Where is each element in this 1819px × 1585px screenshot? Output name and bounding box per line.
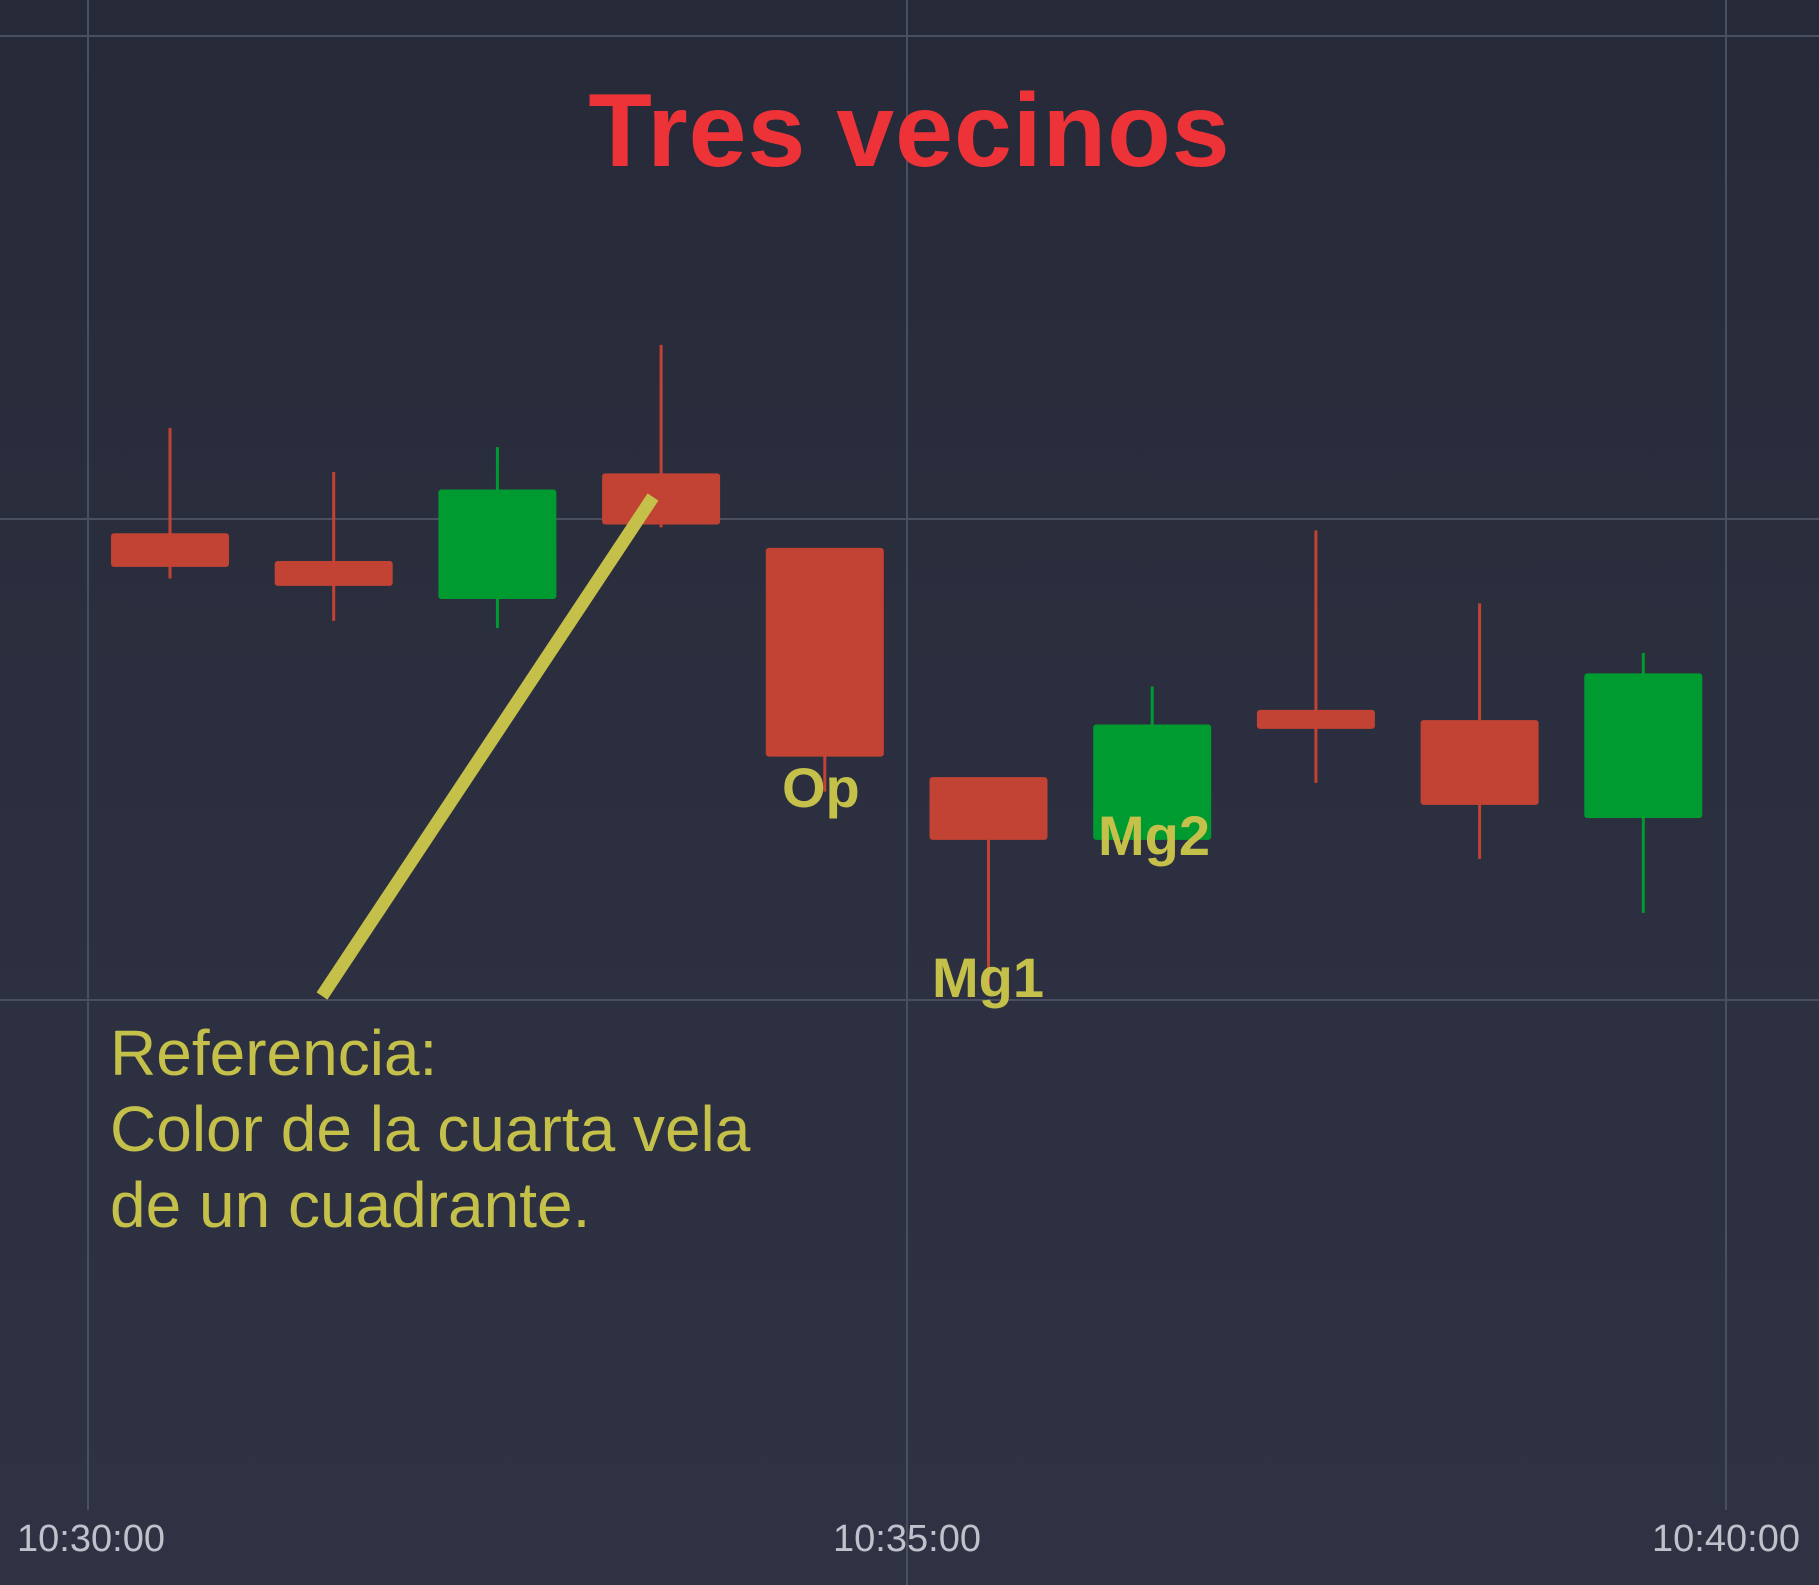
candle-body-10: [1584, 673, 1703, 818]
candlestick-chart: [0, 0, 1819, 1585]
reference-note-line-3: de un cuadrante.: [110, 1169, 591, 1241]
candle-body-2: [274, 561, 393, 586]
candle-body-1: [111, 533, 229, 567]
candle-body-6: [929, 777, 1048, 840]
candle-body-3: [438, 489, 557, 599]
chart-stage: Tres vecinos Op Mg1 Mg2 Referencia: Colo…: [0, 0, 1819, 1585]
reference-note-line-1: Referencia:: [110, 1017, 438, 1089]
label-mg1: Mg1: [932, 946, 1044, 1009]
candle-body-4: [602, 473, 721, 525]
candle-body-8: [1256, 709, 1375, 729]
candle-body-5: [765, 547, 884, 757]
chart-title: Tres vecinos: [588, 73, 1231, 189]
x-tick-label-2: 10:35:00: [833, 1518, 981, 1560]
chart-grid: [0, 0, 1819, 1585]
x-tick-label-1: 10:30:00: [17, 1518, 165, 1560]
reference-note: Referencia: Color de la cuarta vela de u…: [110, 1015, 750, 1243]
reference-note-line-2: Color de la cuarta vela: [110, 1093, 751, 1165]
candle-body-9: [1420, 720, 1539, 805]
label-mg2: Mg2: [1098, 804, 1210, 867]
label-op: Op: [782, 756, 860, 819]
x-tick-label-3: 10:40:00: [1652, 1518, 1800, 1560]
